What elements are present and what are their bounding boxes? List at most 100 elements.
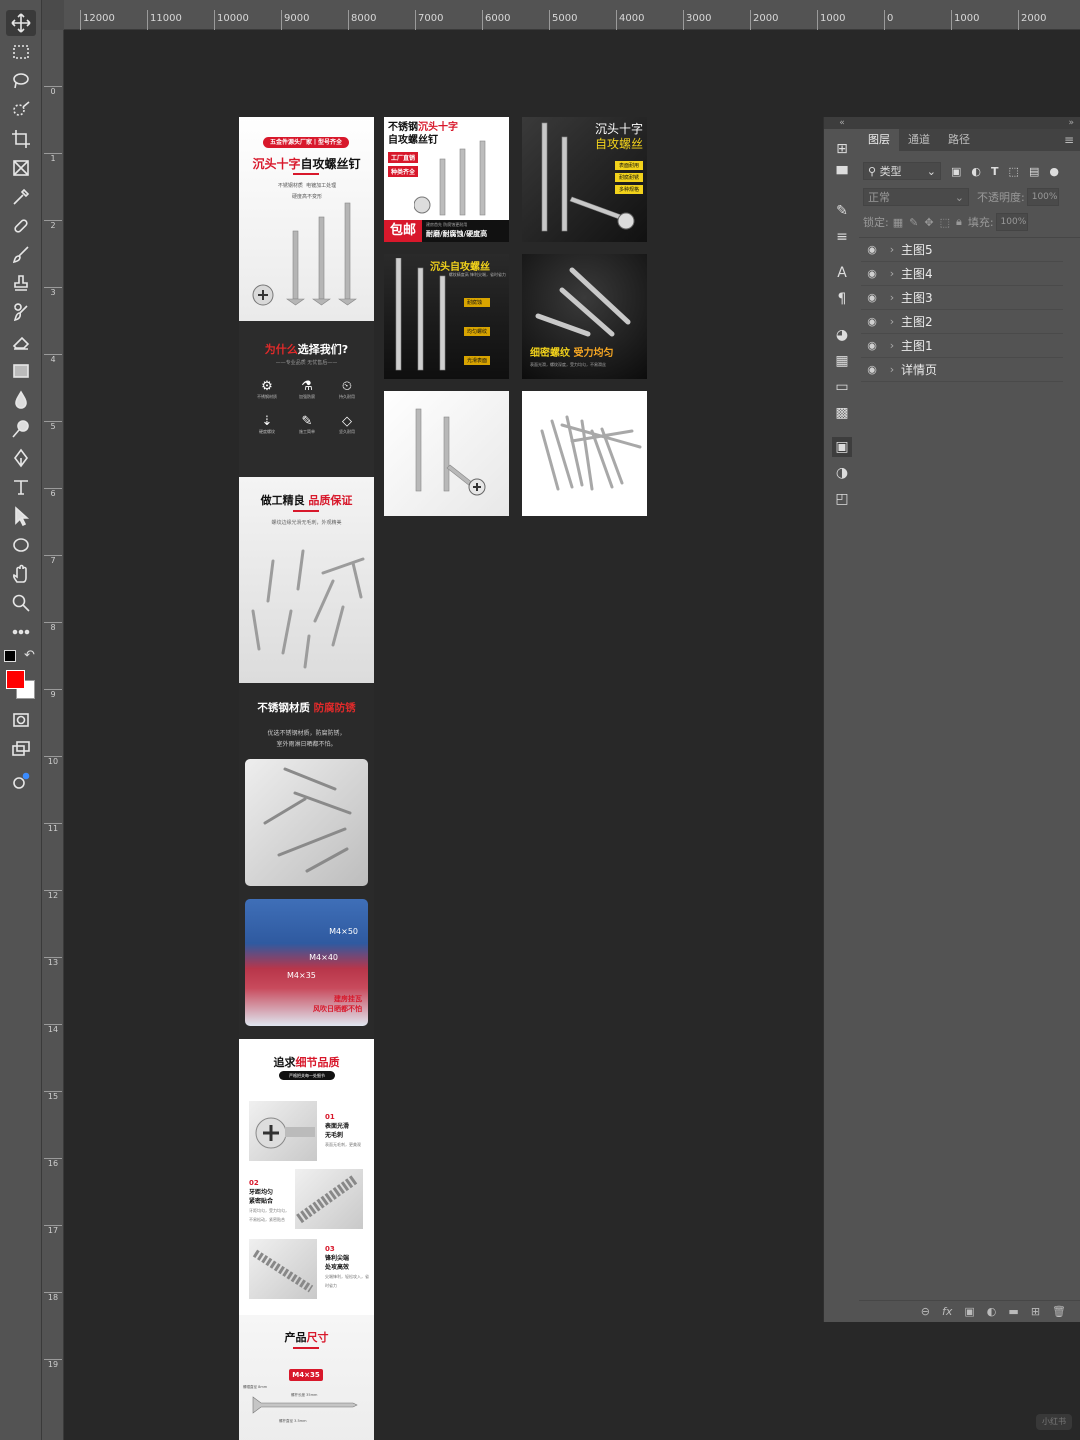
paths-panel-icon[interactable]: ◰ (832, 489, 852, 509)
section-quality: 做工精良 品质保证 螺纹边缘光滑无毛刺，外观精美 (239, 477, 374, 683)
size-screw-image (252, 1396, 358, 1414)
chevron-right-icon[interactable]: › (883, 243, 901, 256)
chevron-right-icon[interactable]: › (883, 339, 901, 352)
main-image-6-artboard[interactable] (522, 391, 647, 516)
size-badge: M4×35 (289, 1369, 323, 1381)
layer-row-main1[interactable]: ◉ › 主图1 (861, 334, 1063, 358)
tab-channels[interactable]: 通道 (899, 129, 939, 151)
brush-icon[interactable] (6, 242, 36, 268)
zoom-icon[interactable] (6, 590, 36, 616)
dodge-icon[interactable] (6, 416, 36, 442)
foreground-color-swatch[interactable] (6, 670, 25, 689)
opacity-input[interactable]: 100% (1026, 188, 1059, 206)
screen-mode-icon[interactable] (6, 736, 36, 762)
detail-page-artboard[interactable]: 五金件源头厂家丨型号齐全 沉头十字自攻螺丝钉 不锈钢材质 电镀加工处理 硬度高不变… (239, 117, 374, 1440)
filter-kind-select[interactable]: ⚲ 类型 ⌄ (863, 162, 941, 180)
lock-position-icon[interactable]: ✥ (924, 216, 933, 229)
frame-icon[interactable] (6, 155, 36, 181)
hero-title: 沉头十字自攻螺丝钉 (252, 157, 361, 171)
filter-adjustment-icon[interactable]: ◐ (971, 165, 981, 178)
eye-icon[interactable]: ◉ (861, 339, 883, 352)
filter-type-icon[interactable]: T (991, 165, 999, 178)
character-panel-icon[interactable]: A (832, 263, 852, 283)
gradient-icon[interactable] (6, 358, 36, 384)
eraser-icon[interactable] (6, 329, 36, 355)
layer-row-main3[interactable]: ◉ › 主图3 (861, 286, 1063, 310)
layer-row-main4[interactable]: ◉ › 主图4 (861, 262, 1063, 286)
quick-select-icon[interactable] (6, 97, 36, 123)
filter-toggle-icon[interactable]: ● (1049, 165, 1059, 178)
main-image-4-artboard[interactable]: 细密螺纹 受力均匀 表面光滑，螺纹深度，受力均匀，不易滑丝 (522, 254, 647, 379)
lock-image-icon[interactable]: ✎ (909, 216, 918, 229)
move-icon[interactable] (6, 10, 36, 36)
history-brush-icon[interactable] (6, 300, 36, 326)
share-icon[interactable] (6, 769, 36, 795)
default-colors-icon[interactable] (4, 650, 16, 662)
layers-panel-icon[interactable]: ▣ (832, 437, 852, 457)
main1-bottom-bar: 包邮 建房首先 防腐蚀更耐用 耐磨/耐腐蚀/硬度高 (384, 220, 509, 242)
type-icon[interactable] (6, 474, 36, 500)
marquee-icon[interactable] (6, 39, 36, 65)
blur-icon[interactable] (6, 387, 36, 413)
swatches-panel-icon[interactable]: ▦ (832, 351, 852, 371)
eye-icon[interactable]: ◉ (861, 291, 883, 304)
main-image-1-artboard[interactable]: 不锈钢沉头十字 自攻螺丝钉 工厂直销 种类齐全 包邮 建房首先 防腐蚀更耐用 耐磨… (384, 117, 509, 242)
new-adjustment-icon[interactable]: ◐ (987, 1305, 997, 1318)
filter-smart-object-icon[interactable]: ▤ (1029, 165, 1039, 178)
add-mask-icon[interactable]: ▣ (964, 1305, 974, 1318)
eye-icon[interactable]: ◉ (861, 315, 883, 328)
eye-icon[interactable]: ◉ (861, 363, 883, 376)
adjustments-panel-icon[interactable]: ≡ (832, 227, 852, 247)
healing-icon[interactable] (6, 213, 36, 239)
chevron-right-icon[interactable]: › (883, 363, 901, 376)
fill-input[interactable]: 100% (995, 213, 1028, 231)
collapse-dock-icon[interactable]: « (824, 117, 860, 129)
layer-row-main5[interactable]: ◉ › 主图5 (861, 238, 1063, 262)
stamp-icon[interactable] (6, 271, 36, 297)
layer-row-detail-page[interactable]: ◉ › 详情页 (861, 358, 1063, 382)
lock-artboard-icon[interactable]: ⬚ (940, 216, 950, 229)
link-layers-icon[interactable]: ⊖ (921, 1305, 930, 1318)
gradients-panel-icon[interactable]: ▭ (832, 377, 852, 397)
eye-icon[interactable]: ◉ (861, 243, 883, 256)
chevron-right-icon[interactable]: › (883, 267, 901, 280)
trash-icon[interactable]: 🗑︎ (1052, 1305, 1066, 1318)
tab-paths[interactable]: 路径 (939, 129, 979, 151)
comments-panel-icon[interactable]: ▀ (832, 165, 852, 185)
main4-subtitle: 表面光滑，螺纹深度，受力均匀，不易滑丝 (530, 362, 606, 367)
brush-settings-icon[interactable]: ✎ (832, 201, 852, 221)
filter-shape-icon[interactable]: ⬚ (1009, 165, 1019, 178)
more-icon[interactable] (6, 619, 36, 645)
lock-transparent-icon[interactable]: ▦ (893, 216, 903, 229)
new-layer-icon[interactable]: ⊞ (1031, 1305, 1040, 1318)
blend-mode-select[interactable]: 正常 ⌄ (863, 188, 969, 206)
eyedropper-icon[interactable] (6, 184, 36, 210)
chevron-right-icon[interactable]: › (883, 291, 901, 304)
swap-colors-icon[interactable]: ↶ (24, 648, 35, 663)
channels-panel-icon[interactable]: ◑ (832, 463, 852, 483)
layer-row-main2[interactable]: ◉ › 主图2 (861, 310, 1063, 334)
ellipse-icon[interactable] (6, 532, 36, 558)
pen-icon[interactable] (6, 445, 36, 471)
quick-mask-icon[interactable] (6, 707, 36, 733)
filter-image-icon[interactable]: ▣ (951, 165, 961, 178)
fx-icon[interactable]: fx (942, 1305, 952, 1318)
crop-icon[interactable] (6, 126, 36, 152)
color-panel-icon[interactable]: ◕ (832, 325, 852, 345)
lock-all-icon[interactable]: 🔒︎ (956, 215, 962, 229)
tab-layers[interactable]: 图层 (859, 129, 899, 151)
new-group-icon[interactable]: ▬ (1008, 1305, 1018, 1318)
eye-icon[interactable]: ◉ (861, 267, 883, 280)
history-panel-icon[interactable]: ⊞ (832, 139, 852, 159)
main-image-2-artboard[interactable]: 沉头十字 自攻螺丝 表面耐用 耐腐耐锈 多种规格 (522, 117, 647, 242)
path-select-icon[interactable] (6, 503, 36, 529)
panel-menu-icon[interactable]: ≡ (1064, 133, 1080, 147)
lasso-icon[interactable] (6, 68, 36, 94)
paragraph-panel-icon[interactable]: ¶ (832, 289, 852, 309)
chevron-right-icon[interactable]: › (883, 315, 901, 328)
main-image-3-artboard[interactable]: 沉头自攻螺丝 螺纹精度高 锋利尖端，省时省力 耐腐蚀 均匀螺纹 光滑表面 (384, 254, 509, 379)
main-image-5-artboard[interactable] (384, 391, 509, 516)
hand-icon[interactable] (6, 561, 36, 587)
collapse-panel-icon[interactable]: » (859, 117, 1080, 129)
patterns-panel-icon[interactable]: ▩ (832, 403, 852, 423)
